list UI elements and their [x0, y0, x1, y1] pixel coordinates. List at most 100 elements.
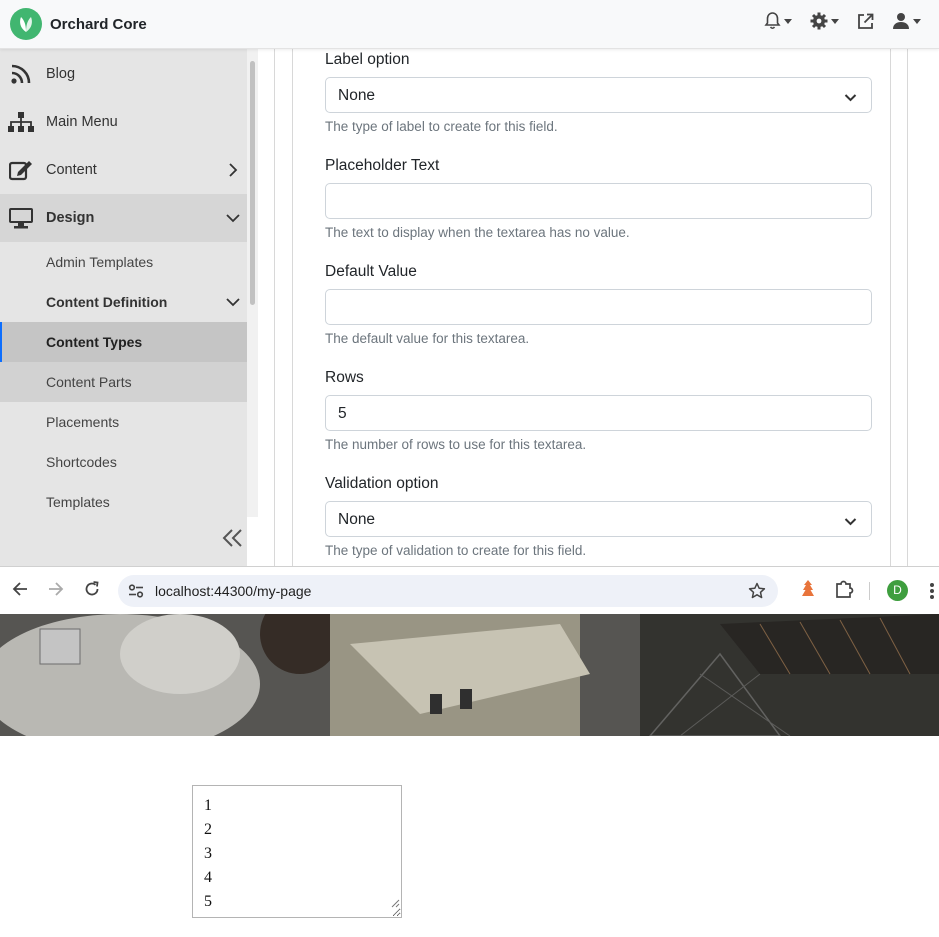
- default-value-label: Default Value: [325, 263, 417, 280]
- back-button[interactable]: [12, 581, 28, 602]
- validation-option-label: Validation option: [325, 475, 439, 492]
- rows-help: The number of rows to use for this texta…: [325, 437, 587, 452]
- sidebar-scrollbar-thumb[interactable]: [250, 61, 255, 305]
- page-textarea[interactable]: 1 2 3 4 5: [192, 785, 402, 918]
- admin-window: Orchard Core Blog Main Menu Content Desi…: [0, 0, 939, 566]
- default-value-input[interactable]: [325, 289, 872, 325]
- sidebar-item-label: Content Types: [46, 334, 143, 350]
- hero-illustration: [0, 614, 939, 736]
- default-value-help: The default value for this textarea.: [325, 331, 530, 346]
- kebab-menu-icon[interactable]: [929, 582, 935, 605]
- divider: [890, 49, 891, 566]
- caret-down-icon: [784, 18, 792, 24]
- placeholder-text-label: Placeholder Text: [325, 157, 440, 174]
- monitor-icon: [8, 207, 34, 229]
- user-icon: [893, 13, 909, 29]
- sidebar-item-label: Content: [46, 162, 97, 178]
- chevron-right-icon: [225, 162, 241, 182]
- bell-icon: [764, 12, 781, 30]
- edit-icon: [8, 159, 34, 181]
- sidebar-item-content[interactable]: Content: [0, 150, 247, 190]
- label-option-label: Label option: [325, 51, 410, 68]
- rows-input[interactable]: 5: [325, 395, 872, 431]
- divider: [292, 49, 293, 566]
- sitemap-icon: [8, 111, 34, 133]
- double-chevron-left-icon: [222, 529, 242, 547]
- label-option-help: The type of label to create for this fie…: [325, 119, 558, 134]
- arrow-left-icon: [12, 582, 27, 596]
- address-bar[interactable]: localhost:44300/my-page: [118, 575, 778, 607]
- validation-option-select[interactable]: None: [325, 501, 872, 537]
- url-text: localhost:44300/my-page: [155, 583, 312, 599]
- bookmark-star-icon[interactable]: [748, 582, 766, 605]
- sidebar-item-label: Admin Templates: [46, 254, 154, 270]
- caret-down-icon: [831, 18, 839, 24]
- sidebar-item-content-definition[interactable]: Content Definition: [0, 282, 247, 322]
- validation-option-help: The type of validation to create for thi…: [325, 543, 587, 558]
- arrow-right-icon: [49, 582, 64, 596]
- sidebar-item-placements[interactable]: Placements: [0, 402, 247, 442]
- visit-site-link[interactable]: [857, 13, 874, 30]
- sidebar-item-label: Main Menu: [46, 114, 118, 130]
- divider: [907, 49, 908, 566]
- user-dropdown[interactable]: [892, 12, 921, 30]
- validation-option-value: None: [338, 511, 376, 528]
- hero-image: [0, 614, 939, 736]
- sidebar-item-content-types[interactable]: Content Types: [0, 322, 247, 362]
- sidebar-item-label: Content Parts: [46, 374, 132, 390]
- sidebar-item-label: Content Definition: [46, 294, 168, 310]
- resize-grip-icon[interactable]: [391, 892, 400, 916]
- sidebar-item-shortcodes[interactable]: Shortcodes: [0, 442, 247, 482]
- sidebar-item-templates[interactable]: Templates: [0, 482, 247, 522]
- sidebar-item-label: Placements: [46, 414, 120, 430]
- forward-button[interactable]: [48, 581, 64, 602]
- rows-label: Rows: [325, 369, 364, 386]
- notifications-dropdown[interactable]: [764, 12, 792, 30]
- admin-topbar: Orchard Core: [0, 0, 939, 49]
- sidebar-item-admin-templates[interactable]: Admin Templates: [0, 242, 247, 282]
- chevron-down-icon: [225, 294, 241, 313]
- sidebar-item-label: Design: [46, 210, 95, 226]
- brand[interactable]: Orchard Core: [10, 8, 147, 40]
- toolbar-divider: [869, 582, 870, 600]
- external-link-icon: [858, 13, 874, 29]
- textarea-line: 1: [204, 797, 212, 814]
- caret-down-icon: [913, 18, 921, 24]
- site-info-icon[interactable]: [128, 583, 144, 604]
- textarea-line: 2: [204, 821, 212, 838]
- extension-icon[interactable]: [799, 579, 817, 604]
- orchard-logo-icon: [10, 8, 42, 40]
- topbar-actions: [764, 12, 921, 30]
- puzzle-icon[interactable]: [835, 579, 854, 603]
- profile-avatar[interactable]: D: [887, 580, 908, 601]
- sidebar-item-label: Templates: [46, 494, 110, 510]
- admin-sidebar: Blog Main Menu Content Design Admin Temp…: [0, 49, 247, 566]
- placeholder-text-input[interactable]: [325, 183, 872, 219]
- sidebar-item-main-menu[interactable]: Main Menu: [0, 102, 247, 142]
- collapse-sidebar-button[interactable]: [222, 528, 244, 553]
- sidebar-item-design[interactable]: Design: [0, 194, 247, 242]
- sidebar-item-content-parts[interactable]: Content Parts: [0, 362, 247, 402]
- gear-icon: [810, 12, 828, 30]
- sidebar-item-blog[interactable]: Blog: [0, 54, 247, 94]
- chevron-down-icon: [225, 210, 241, 230]
- placeholder-text-help: The text to display when the textarea ha…: [325, 225, 630, 240]
- label-option-select[interactable]: None: [325, 77, 872, 113]
- reload-icon: [85, 581, 99, 596]
- browser-window: localhost:44300/my-page D 1 2 3 4 5: [0, 566, 939, 937]
- label-option-value: None: [338, 87, 376, 104]
- chevron-down-icon: [844, 514, 857, 532]
- sidebar-item-label: Blog: [46, 66, 76, 82]
- sidebar-item-label: Shortcodes: [46, 454, 117, 470]
- browser-toolbar: localhost:44300/my-page D: [0, 567, 939, 615]
- rss-icon: [8, 63, 34, 85]
- brand-name: Orchard Core: [50, 15, 147, 33]
- chevron-down-icon: [844, 90, 857, 108]
- divider: [274, 49, 275, 566]
- reload-button[interactable]: [84, 581, 100, 602]
- settings-dropdown[interactable]: [810, 12, 839, 30]
- textarea-line: 5: [204, 893, 212, 910]
- textarea-line: 3: [204, 845, 212, 862]
- textarea-line: 4: [204, 869, 212, 886]
- sidebar-scrollbar[interactable]: [247, 49, 258, 517]
